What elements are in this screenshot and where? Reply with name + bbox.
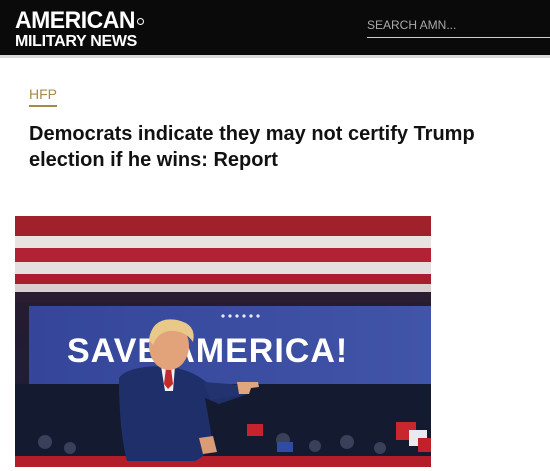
- logo-line-2: MILITARY NEWS: [15, 33, 138, 50]
- site-header: AMERICAN MILITARY NEWS: [0, 0, 550, 55]
- article-title: Democrats indicate they may not certify …: [29, 123, 475, 171]
- hero-photo: SAVE AMERICA!: [15, 216, 431, 467]
- flag-stripes: [15, 216, 431, 292]
- article-hero-image: SAVE AMERICA!: [15, 216, 431, 467]
- banner-text: SAVE AMERICA!: [67, 332, 348, 370]
- logo-line-1: AMERICAN: [15, 5, 135, 34]
- registered-mark-icon: [137, 18, 144, 25]
- site-logo[interactable]: AMERICAN MILITARY NEWS: [15, 5, 144, 50]
- search-input[interactable]: [367, 15, 550, 38]
- header-divider: [0, 55, 550, 58]
- category-link[interactable]: HFP: [29, 86, 57, 107]
